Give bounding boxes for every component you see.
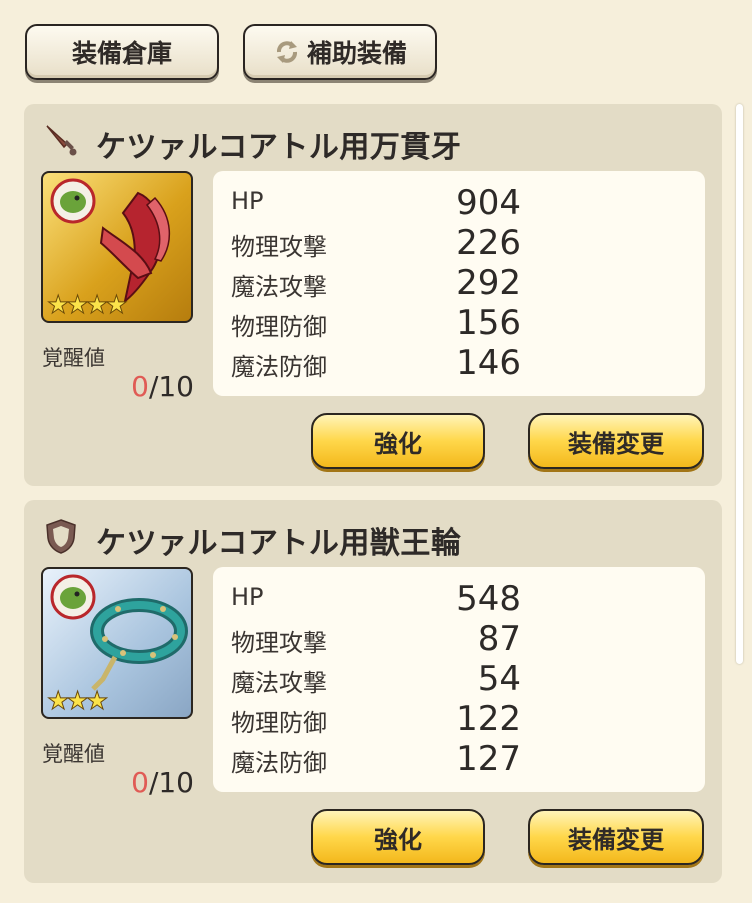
stat-row: 魔法攻撃 292 [231, 263, 521, 303]
stat-name: 物理防御 [231, 709, 327, 737]
stat-row: HP 548 [231, 579, 521, 619]
stat-name: HP [231, 187, 264, 215]
equipment-item-icon[interactable]: ★★★ [41, 567, 193, 719]
stat-name: 物理攻撃 [231, 233, 327, 261]
stat-value: 548 [456, 579, 521, 619]
stat-name: 魔法攻撃 [231, 669, 327, 697]
equipment-storage-button[interactable]: 装備倉庫 [25, 24, 219, 80]
enhance-button[interactable]: 強化 [311, 413, 485, 469]
awakening-label: 覚醒値 [42, 742, 105, 766]
rarity-stars: ★★★ [46, 686, 108, 715]
stat-value: 904 [456, 183, 521, 223]
stat-name: 魔法防御 [231, 749, 327, 777]
stats-box: HP 548 物理攻撃 87 魔法攻撃 54 物理防御 122 魔法防御 127 [213, 567, 705, 792]
stat-name: 魔法攻撃 [231, 273, 327, 301]
stat-row: 物理攻撃 87 [231, 619, 521, 659]
support-equipment-label: 補助装備 [306, 39, 407, 68]
support-equipment-button[interactable]: 補助装備 [243, 24, 437, 80]
stat-value: 122 [456, 699, 521, 739]
stat-name: HP [231, 583, 264, 611]
stats-box: HP 904 物理攻撃 226 魔法攻撃 292 物理防御 156 魔法防御 146 [213, 171, 705, 396]
stat-row: 魔法防御 127 [231, 739, 521, 779]
rarity-stars: ★★★★ [47, 290, 129, 319]
stat-value: 87 [477, 619, 521, 659]
equipment-name: ケツァルコアトル用万貫牙 [96, 130, 462, 165]
awakening-label: 覚醒値 [42, 346, 105, 370]
equipment-panel: ケツァルコアトル用万貫牙 ★★★★ 覚醒値 0/10 HP 904 物理攻撃 226… [24, 104, 722, 486]
stat-row: 物理防御 156 [231, 303, 521, 343]
stat-row: 物理防御 122 [231, 699, 521, 739]
stat-row: 魔法防御 146 [231, 343, 521, 383]
stat-value: 292 [456, 263, 521, 303]
stat-value: 54 [477, 659, 521, 699]
stat-name: 物理攻撃 [231, 629, 327, 657]
equipment-item-icon[interactable]: ★★★★ [41, 171, 193, 323]
equipment-panel: ケツァルコアトル用獣王輪 ★★★ 覚醒値 0/10 HP 548 物理攻撃 87 魔… [24, 500, 722, 883]
awakening-value: 0/10 [131, 766, 194, 799]
swap-arrows-icon [276, 41, 297, 63]
stat-name: 魔法防御 [231, 353, 327, 381]
equipment-name: ケツァルコアトル用獣王輪 [96, 526, 462, 561]
scrollbar[interactable] [736, 104, 743, 664]
awakening-value: 0/10 [131, 370, 194, 403]
equipment-storage-label: 装備倉庫 [71, 39, 172, 68]
dagger-icon [46, 125, 77, 156]
stat-row: 魔法攻撃 54 [231, 659, 521, 699]
change-equipment-button[interactable]: 装備変更 [528, 413, 704, 469]
change-equipment-button[interactable]: 装備変更 [528, 809, 704, 865]
stat-row: 物理攻撃 226 [231, 223, 521, 263]
stat-value: 156 [456, 303, 521, 343]
stat-row: HP 904 [231, 183, 521, 223]
shield-icon [46, 519, 76, 554]
enhance-button[interactable]: 強化 [311, 809, 485, 865]
stat-value: 146 [456, 343, 521, 383]
stat-value: 127 [456, 739, 521, 779]
stat-name: 物理防御 [231, 313, 327, 341]
stat-value: 226 [456, 223, 521, 263]
